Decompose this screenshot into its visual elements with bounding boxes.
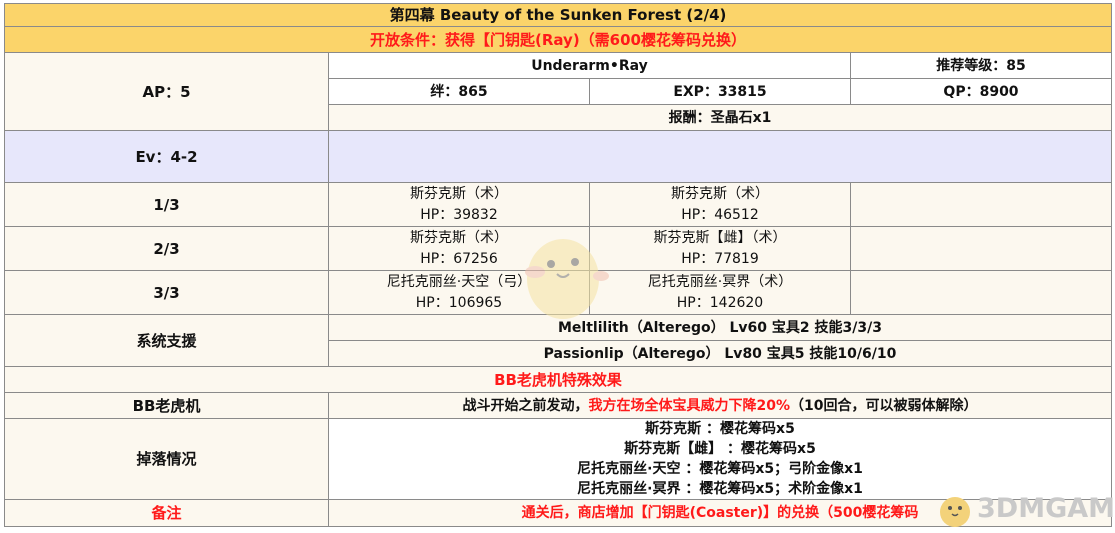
site-watermark: 3DMGAME [937, 491, 1115, 529]
wave-label: 2/3 [4, 226, 329, 271]
enemy-hp: HP：77819 [681, 250, 759, 267]
enemy-hp: HP：46512 [681, 206, 759, 223]
wave-row-1: 1/3 斯芬克斯（术） HP：39832 斯芬克斯（术） HP：46512 [4, 182, 1112, 227]
wave-enemy: 斯芬克斯【雌】（术） HP：77819 [589, 226, 851, 271]
chick-logo-icon [940, 497, 970, 527]
drop-item: 尼托克丽丝·天空 ：樱花筹码x5；弓阶金像x1 [577, 461, 863, 477]
ev-label: Ev：4-2 [4, 130, 329, 183]
enemy-hp: HP：142620 [676, 294, 764, 311]
wave-enemy: 斯芬克斯（术） HP：46512 [589, 182, 851, 227]
drops-label: 掉落情况 [4, 418, 329, 500]
bb-label: BB老虎机 [4, 392, 329, 419]
unlock-row: 开放条件：获得【门钥匙(Ray)（需600樱花筹码兑换） [4, 26, 1112, 53]
enemy-class-name: 尼托克丽丝·冥界（术） [647, 273, 793, 290]
support-label: 系统支援 [4, 314, 329, 367]
bb-effect-prefix: 战斗开始之前发动， [462, 397, 589, 414]
drop-item: 斯芬克斯【雌】 ：樱花筹码x5 [624, 441, 816, 457]
enemy-hp: HP：39832 [420, 206, 498, 223]
bb-effect-suffix: （10回合，可以被弱体解除） [790, 397, 978, 414]
enemy-class-name: 斯芬克斯【雌】（术） [653, 229, 787, 246]
wave-label: 3/3 [4, 270, 329, 315]
enemy-name: Underarm•Ray [328, 52, 851, 79]
watermark-text: 3DMGAME [977, 493, 1115, 524]
support-servant: Passionlip（Alterego） Lv80 宝具5 技能10/6/10 [328, 340, 1112, 367]
bb-row: BB老虎机 战斗开始之前发动，我方在场全体宝具威力下降20%（10回合，可以被弱… [4, 392, 1112, 419]
enemy-row: AP：5 Underarm•Ray 推荐等级：85 [4, 52, 1112, 131]
qp-value: QP：8900 [850, 78, 1112, 105]
bb-effect: 战斗开始之前发动，我方在场全体宝具威力下降20%（10回合，可以被弱体解除） [328, 392, 1112, 419]
note-label: 备注 [4, 499, 329, 527]
wave-empty [850, 270, 1112, 315]
exp-value: EXP：33815 [589, 78, 851, 105]
enemy-class-name: 斯芬克斯（术） [410, 185, 508, 202]
wave-enemy: 尼托克丽丝·冥界（术） HP：142620 [589, 270, 851, 315]
wave-empty [850, 182, 1112, 227]
bb-section-title: BB老虎机特殊效果 [4, 366, 1112, 393]
ev-empty [328, 130, 1112, 183]
mascot-watermark-icon [525, 239, 609, 319]
bb-section-row: BB老虎机特殊效果 [4, 366, 1112, 393]
quest-title: 第四幕 Beauty of the Sunken Forest (2/4) [4, 3, 1112, 27]
wave-label: 1/3 [4, 182, 329, 227]
wave-empty [850, 226, 1112, 271]
enemy-class-name: 斯芬克斯（术） [671, 185, 769, 202]
ev-row: Ev：4-2 [4, 130, 1112, 183]
drop-item: 斯芬克斯 ：樱花筹码x5 [645, 421, 795, 437]
reward: 报酬：圣晶石x1 [328, 104, 1112, 131]
title-row: 第四幕 Beauty of the Sunken Forest (2/4) [4, 3, 1112, 27]
bb-effect-highlight: 我方在场全体宝具威力下降20% [588, 397, 791, 414]
drops-row: 掉落情况 斯芬克斯 ：樱花筹码x5 斯芬克斯【雌】 ：樱花筹码x5 尼托克丽丝·… [4, 418, 1112, 500]
recommended-level: 推荐等级：85 [850, 52, 1112, 79]
wave-enemy: 斯芬克斯（术） HP：39832 [328, 182, 590, 227]
bond-value: 绊：865 [328, 78, 590, 105]
drops-list: 斯芬克斯 ：樱花筹码x5 斯芬克斯【雌】 ：樱花筹码x5 尼托克丽丝·天空 ：樱… [328, 418, 1112, 500]
ap-cost: AP：5 [4, 52, 329, 131]
unlock-condition: 开放条件：获得【门钥匙(Ray)（需600樱花筹码兑换） [4, 26, 1112, 53]
support-servant: Meltlilith（Alterego） Lv60 宝具2 技能3/3/3 [328, 314, 1112, 341]
